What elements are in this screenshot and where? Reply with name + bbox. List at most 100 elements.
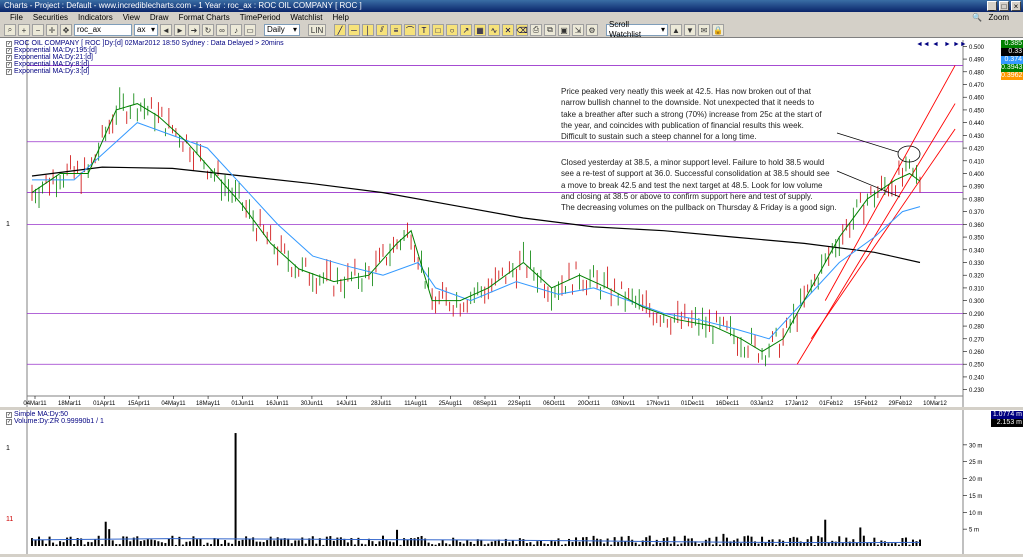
volume-bar: [174, 544, 177, 546]
ma195-checkbox[interactable]: ✓: [6, 47, 12, 54]
volume-bar: [501, 543, 504, 546]
legend-ma8-row: ✓ Exponential MA:Dy:8:[d]: [6, 61, 284, 68]
cycle-tool-icon[interactable]: ∿: [488, 24, 500, 36]
mail-icon[interactable]: ✉: [698, 24, 710, 36]
volume-ma-checkbox[interactable]: ✓: [6, 411, 12, 418]
legend-volume: Volume:Dy:ZR 0.99990b1 / 1: [14, 418, 104, 425]
value-box-volume: 2.153 m: [991, 419, 1023, 427]
y-tick-label: 0.320: [969, 274, 985, 280]
note1-line-3: take a breather after such a strong (70%…: [561, 109, 822, 119]
volume-bar: [238, 540, 241, 546]
menu-securities[interactable]: Securities: [29, 12, 72, 23]
arc-tool-icon[interactable]: ⌒: [404, 24, 416, 36]
maximize-button[interactable]: □: [999, 1, 1009, 11]
text-tool-icon[interactable]: T: [418, 24, 430, 36]
lock-icon[interactable]: 🔒: [712, 24, 724, 36]
ma3-checkbox[interactable]: ✓: [6, 68, 12, 75]
volume-bar: [539, 540, 542, 546]
volume-bar: [434, 544, 437, 546]
watchlist-next-icon[interactable]: ▼: [684, 24, 696, 36]
volume-bar: [817, 535, 820, 546]
price-header-row: ✓ ROC OIL COMPANY [ ROC ]Dy:[d] 02Mar2012…: [6, 40, 284, 47]
menu-timeperiod[interactable]: TimePeriod: [236, 12, 285, 23]
menu-help[interactable]: Help: [328, 12, 352, 23]
panel-splitter[interactable]: [0, 407, 1023, 410]
rect-tool-icon[interactable]: □: [432, 24, 444, 36]
scroll-left-icon[interactable]: ◄: [932, 41, 939, 48]
menu-draw[interactable]: Draw: [146, 12, 173, 23]
volume-bar: [603, 543, 606, 546]
volume-bar: [167, 538, 170, 546]
grid-tool-icon[interactable]: ▦: [474, 24, 486, 36]
volume-bar: [739, 543, 742, 546]
price-volume-chart[interactable]: 0.500 0.490 0.480 0.470 0.460 0.450 0.440 0.430…: [0, 38, 1023, 554]
export-icon[interactable]: ⇲: [572, 24, 584, 36]
zoom-out-icon[interactable]: −: [32, 24, 44, 36]
search-icon[interactable]: ⌕: [4, 24, 16, 36]
y-tick-label: 0.390: [969, 185, 985, 191]
ellipse-tool-icon[interactable]: ○: [446, 24, 458, 36]
volume-bar: [655, 539, 658, 546]
erase-tool-icon[interactable]: ✕: [502, 24, 514, 36]
ma8-checkbox[interactable]: ✓: [6, 61, 12, 68]
menu-file[interactable]: File: [6, 12, 27, 23]
volume-bar: [796, 537, 799, 546]
settings-icon[interactable]: ⚙: [586, 24, 598, 36]
volume-bar: [897, 544, 900, 546]
forward-icon[interactable]: ►: [174, 24, 186, 36]
ma21-checkbox[interactable]: ✓: [6, 54, 12, 61]
bell-icon[interactable]: ♪: [230, 24, 242, 36]
x-tick-label: 06Oct11: [543, 401, 566, 407]
volume-checkbox[interactable]: ✓: [6, 418, 12, 425]
hline-tool-icon[interactable]: ─: [348, 24, 360, 36]
menu-view[interactable]: View: [119, 12, 144, 23]
scroll-last-icon[interactable]: ►►: [953, 41, 967, 48]
security-input[interactable]: roc_ax: [74, 24, 132, 36]
save-icon[interactable]: ▣: [558, 24, 570, 36]
lin-label: LIN: [310, 25, 324, 35]
ruler-icon[interactable]: ▭: [244, 24, 256, 36]
value-box-ma8-text: 0.3943: [1001, 64, 1023, 71]
price-checkbox[interactable]: ✓: [6, 40, 12, 47]
lin-button[interactable]: LIN: [308, 24, 326, 36]
volume-bar: [722, 533, 725, 546]
copy-icon[interactable]: ⧉: [544, 24, 556, 36]
back-icon[interactable]: ◄: [160, 24, 172, 36]
arrow-tool-icon[interactable]: ↗: [460, 24, 472, 36]
menu-indicators[interactable]: Indicators: [74, 12, 117, 23]
delete-tool-icon[interactable]: ⌫: [516, 24, 528, 36]
volume-bar: [631, 539, 634, 546]
fib-tool-icon[interactable]: ≡: [390, 24, 402, 36]
volume-bar: [680, 543, 683, 546]
value-box-ma8: 0.3943: [1001, 64, 1023, 72]
channel-tool-icon[interactable]: ⫽: [376, 24, 388, 36]
value-box-ma21: 0.374: [1001, 56, 1023, 64]
scroll-right-icon[interactable]: ►: [944, 41, 951, 48]
period-select[interactable]: Daily ▾: [264, 24, 300, 36]
zoom-menu[interactable]: 🔍 Zoom: [968, 12, 1017, 23]
volume-bar: [66, 537, 69, 546]
line-tool-icon[interactable]: ╱: [334, 24, 346, 36]
zoom-in-icon[interactable]: +: [18, 24, 30, 36]
binoculars-icon[interactable]: ∞: [216, 24, 228, 36]
watchlist-prev-icon[interactable]: ▲: [670, 24, 682, 36]
print-icon[interactable]: ⎙: [530, 24, 542, 36]
menu-watchlist[interactable]: Watchlist: [286, 12, 326, 23]
menu-format-charts[interactable]: Format Charts: [175, 12, 234, 23]
volume-bar: [887, 543, 890, 546]
close-button[interactable]: ×: [1011, 1, 1021, 11]
minimize-button[interactable]: _: [987, 1, 997, 11]
scroll-first-icon[interactable]: ◄◄: [916, 41, 930, 48]
x-tick-label: 01Feb12: [819, 401, 843, 407]
exchange-select[interactable]: ax ▾: [134, 24, 158, 36]
volume-bar: [160, 542, 163, 546]
refresh-icon[interactable]: ↻: [202, 24, 214, 36]
vline-tool-icon[interactable]: │: [362, 24, 374, 36]
volume-bar: [873, 537, 876, 546]
move-icon[interactable]: ✥: [60, 24, 72, 36]
y-tick-label: 0.470: [969, 83, 985, 89]
watchlist-select[interactable]: Scroll Watchlist ▾: [606, 20, 668, 39]
crosshair-icon[interactable]: ✛: [46, 24, 58, 36]
go-icon[interactable]: ➜: [188, 24, 200, 36]
volume-bar: [192, 536, 195, 546]
